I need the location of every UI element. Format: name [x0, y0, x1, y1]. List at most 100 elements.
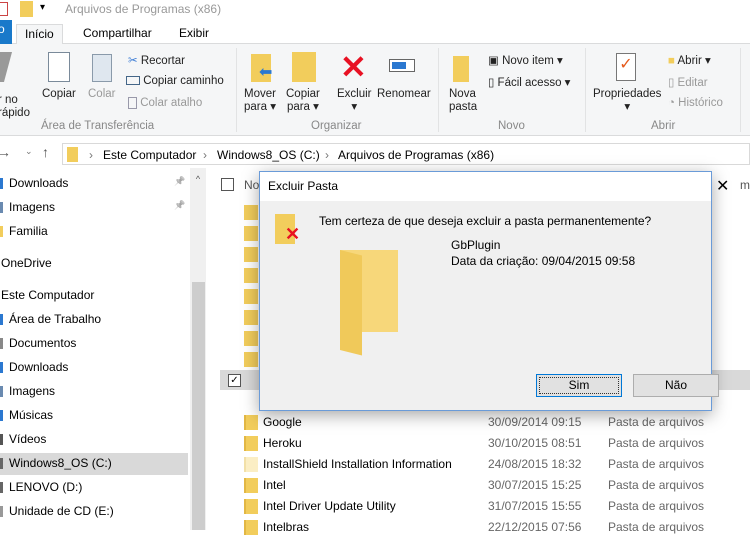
new-folder-button[interactable]: Nova pasta [449, 88, 477, 114]
address-bar[interactable]: › Este Computador › Windows8_OS (C:) › A… [62, 143, 750, 165]
easy-access-label: Fácil acesso [497, 77, 562, 89]
select-all-checkbox[interactable] [221, 178, 234, 191]
paste-button[interactable]: Colar [88, 88, 115, 101]
pin-label: r no [0, 94, 18, 106]
nav-item-icon [0, 386, 3, 397]
file-row[interactable]: Heroku 30/10/2015 08:51 Pasta de arquivos [220, 433, 750, 454]
history-button[interactable]: ◔ Histórico [668, 97, 723, 109]
folder-icon [244, 478, 258, 493]
new-folder-label: Nova [449, 88, 476, 100]
tab-share[interactable]: Compartilhar [75, 24, 160, 44]
recent-locations-icon[interactable]: ⌄ [25, 146, 33, 157]
paste-shortcut-button[interactable]: Colar atalho [128, 97, 202, 109]
delete-folder-dialog: Excluir Pasta ✕ ✕ Tem certeza de que des… [259, 171, 729, 411]
open-button[interactable]: ■ Abrir ▾ [668, 53, 711, 67]
nav-item-label: Downloads [9, 176, 69, 190]
nav-item[interactable]: Unidade de CD (E:) [0, 501, 188, 523]
copy-path-label: Copiar caminho [143, 75, 224, 87]
file-row[interactable]: InstallShield Installation Information 24… [220, 454, 750, 475]
no-button[interactable]: Não [633, 374, 719, 397]
copy-path-button[interactable]: Copiar caminho [126, 75, 224, 87]
group-label-new: Novo [498, 120, 525, 132]
nav-item-icon [0, 458, 3, 469]
nav-item-icon [0, 410, 3, 421]
rename-button[interactable]: Renomear [377, 88, 431, 101]
nav-item[interactable]: Windows8_OS (C:) [0, 453, 188, 475]
column-header-name[interactable]: No [244, 178, 259, 192]
column-header-size[interactable]: m [740, 178, 750, 192]
file-name: Intel Driver Update Utility [263, 499, 396, 513]
nav-item-icon [0, 178, 3, 189]
new-item-icon: ▣ [488, 55, 499, 67]
yes-button[interactable]: Sim [536, 374, 622, 397]
breadcrumb-drive[interactable]: Windows8_OS (C:) [217, 148, 320, 162]
nav-item-label: Documentos [9, 336, 77, 350]
move-label: para [244, 101, 268, 113]
folder-icon [244, 247, 258, 262]
nav-item[interactable]: Músicas [0, 405, 188, 427]
scroll-up-icon[interactable]: ^ [190, 174, 206, 184]
edit-button[interactable]: ▯ Editar [668, 75, 708, 89]
chevron-right-icon: › [89, 148, 93, 162]
nav-item-label: Área de Trabalho [9, 312, 102, 326]
nav-item[interactable]: Documentos [0, 333, 188, 355]
address-row: → ⌄ ↑ › Este Computador › Windows8_OS (C… [0, 140, 750, 168]
nav-item[interactable]: Este Computador [0, 285, 188, 307]
file-row[interactable]: Intel Driver Update Utility 31/07/2015 15… [220, 496, 750, 517]
paste-shortcut-label: Colar atalho [140, 97, 203, 110]
cut-button[interactable]: ✂ Recortar [128, 53, 185, 67]
tab-home[interactable]: Início [16, 24, 63, 45]
easy-access-button[interactable]: ▯ Fácil acesso ▾ [488, 75, 570, 89]
folder-icon [244, 499, 258, 514]
nav-item[interactable]: Imagens [0, 381, 188, 403]
nav-item-icon [0, 482, 3, 493]
nav-item-label: Imagens [9, 200, 56, 214]
divider [585, 48, 586, 132]
nav-item[interactable]: Imagens 📌 [0, 197, 188, 219]
file-name: InstallShield Installation Information [263, 457, 452, 471]
nav-item[interactable]: OneDrive [0, 253, 188, 275]
nav-item[interactable]: LENOVO (D:) [0, 477, 188, 499]
row-checkbox-checked[interactable]: ✓ [228, 374, 241, 387]
nav-item[interactable]: Downloads [0, 357, 188, 379]
move-to-button[interactable]: Mover para ▾ [244, 88, 276, 114]
tab-file[interactable]: o [0, 20, 12, 44]
file-type: Pasta de arquivos [608, 499, 705, 513]
delete-button[interactable]: Excluir ▾ [337, 88, 372, 114]
nav-item-label: Músicas [9, 408, 54, 422]
customize-quick-access-icon[interactable]: ▾ [40, 2, 45, 13]
pin-icon[interactable]: 📌 [174, 176, 185, 187]
forward-icon[interactable]: → [0, 144, 11, 160]
pin-quick-access-button[interactable]: r norápido [0, 94, 30, 120]
new-item-button[interactable]: ▣ Novo item ▾ [488, 53, 563, 67]
tab-view[interactable]: Exibir [171, 24, 217, 44]
copy-to-button[interactable]: Copiar para ▾ [286, 88, 320, 114]
file-name: Heroku [263, 436, 302, 450]
new-folder-quick-icon[interactable] [20, 1, 33, 17]
breadcrumb-folder[interactable]: Arquivos de Programas (x86) [338, 148, 494, 162]
nav-scrollbar-thumb[interactable] [192, 282, 205, 530]
close-button[interactable]: ✕ [716, 176, 729, 196]
breadcrumb-this-pc[interactable]: Este Computador [103, 148, 196, 162]
nav-item-icon [0, 226, 3, 237]
properties-quick-icon[interactable] [0, 2, 8, 16]
pin-icon[interactable]: 📌 [174, 200, 185, 211]
up-icon[interactable]: ↑ [42, 144, 49, 160]
nav-item[interactable]: Vídeos [0, 429, 188, 451]
nav-item[interactable]: Downloads 📌 [0, 173, 188, 195]
delete-x-icon: ✕ [285, 224, 301, 244]
nav-item[interactable]: Área de Trabalho [0, 309, 188, 331]
file-row[interactable]: Intelbras 22/12/2015 07:56 Pasta de arquiv… [220, 517, 750, 538]
chevron-right-icon: › [325, 148, 329, 162]
nav-item-label: Unidade de CD (E:) [9, 504, 114, 518]
edit-icon: ▯ [668, 77, 675, 89]
scissors-icon: ✂ [128, 55, 138, 67]
file-row[interactable]: Intel 30/07/2015 15:25 Pasta de arquivos [220, 475, 750, 496]
file-row[interactable]: Google 30/09/2014 09:15 Pasta de arquivos [220, 412, 750, 433]
copy-button[interactable]: Copiar [42, 88, 76, 101]
nav-item[interactable]: Familia [0, 221, 188, 243]
edit-label: Editar [677, 77, 708, 89]
properties-button[interactable]: Propriedades ▾ [593, 88, 661, 114]
dialog-title-bar: Excluir Pasta ✕ [260, 172, 729, 201]
ribbon-tabs: o Início Compartilhar Exibir [0, 20, 750, 45]
